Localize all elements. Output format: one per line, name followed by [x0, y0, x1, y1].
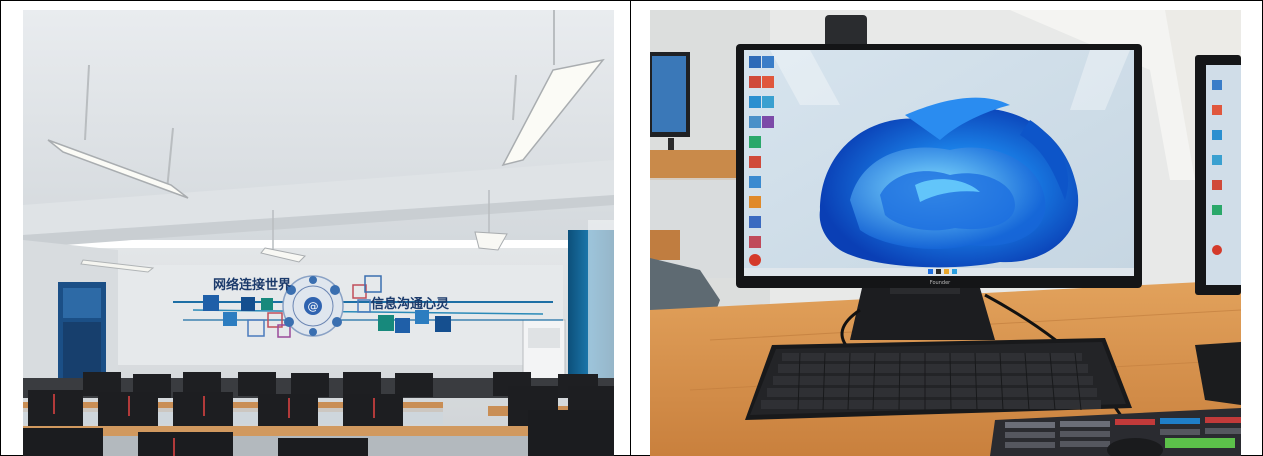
ceiling-light — [474, 231, 508, 251]
computer-scene: Founder — [650, 10, 1241, 456]
wall-square — [203, 295, 219, 311]
keyboard — [745, 338, 1132, 420]
monitor-rows — [23, 372, 614, 456]
computer-photo: Founder — [650, 10, 1241, 456]
monitor-stand — [850, 288, 995, 340]
panel-divider — [630, 0, 631, 456]
monitor-brand-logo: Founder — [930, 280, 951, 286]
classroom-photo: @ 网络连接世界 信息沟通心灵 — [23, 10, 614, 456]
wall-slogan-left: 网络连接世界 — [213, 277, 291, 293]
wall-slogan-right: 信息沟通心灵 — [371, 296, 450, 312]
classroom-scene: @ 网络连接世界 信息沟通心灵 — [23, 10, 614, 456]
svg-text:@: @ — [308, 300, 319, 313]
